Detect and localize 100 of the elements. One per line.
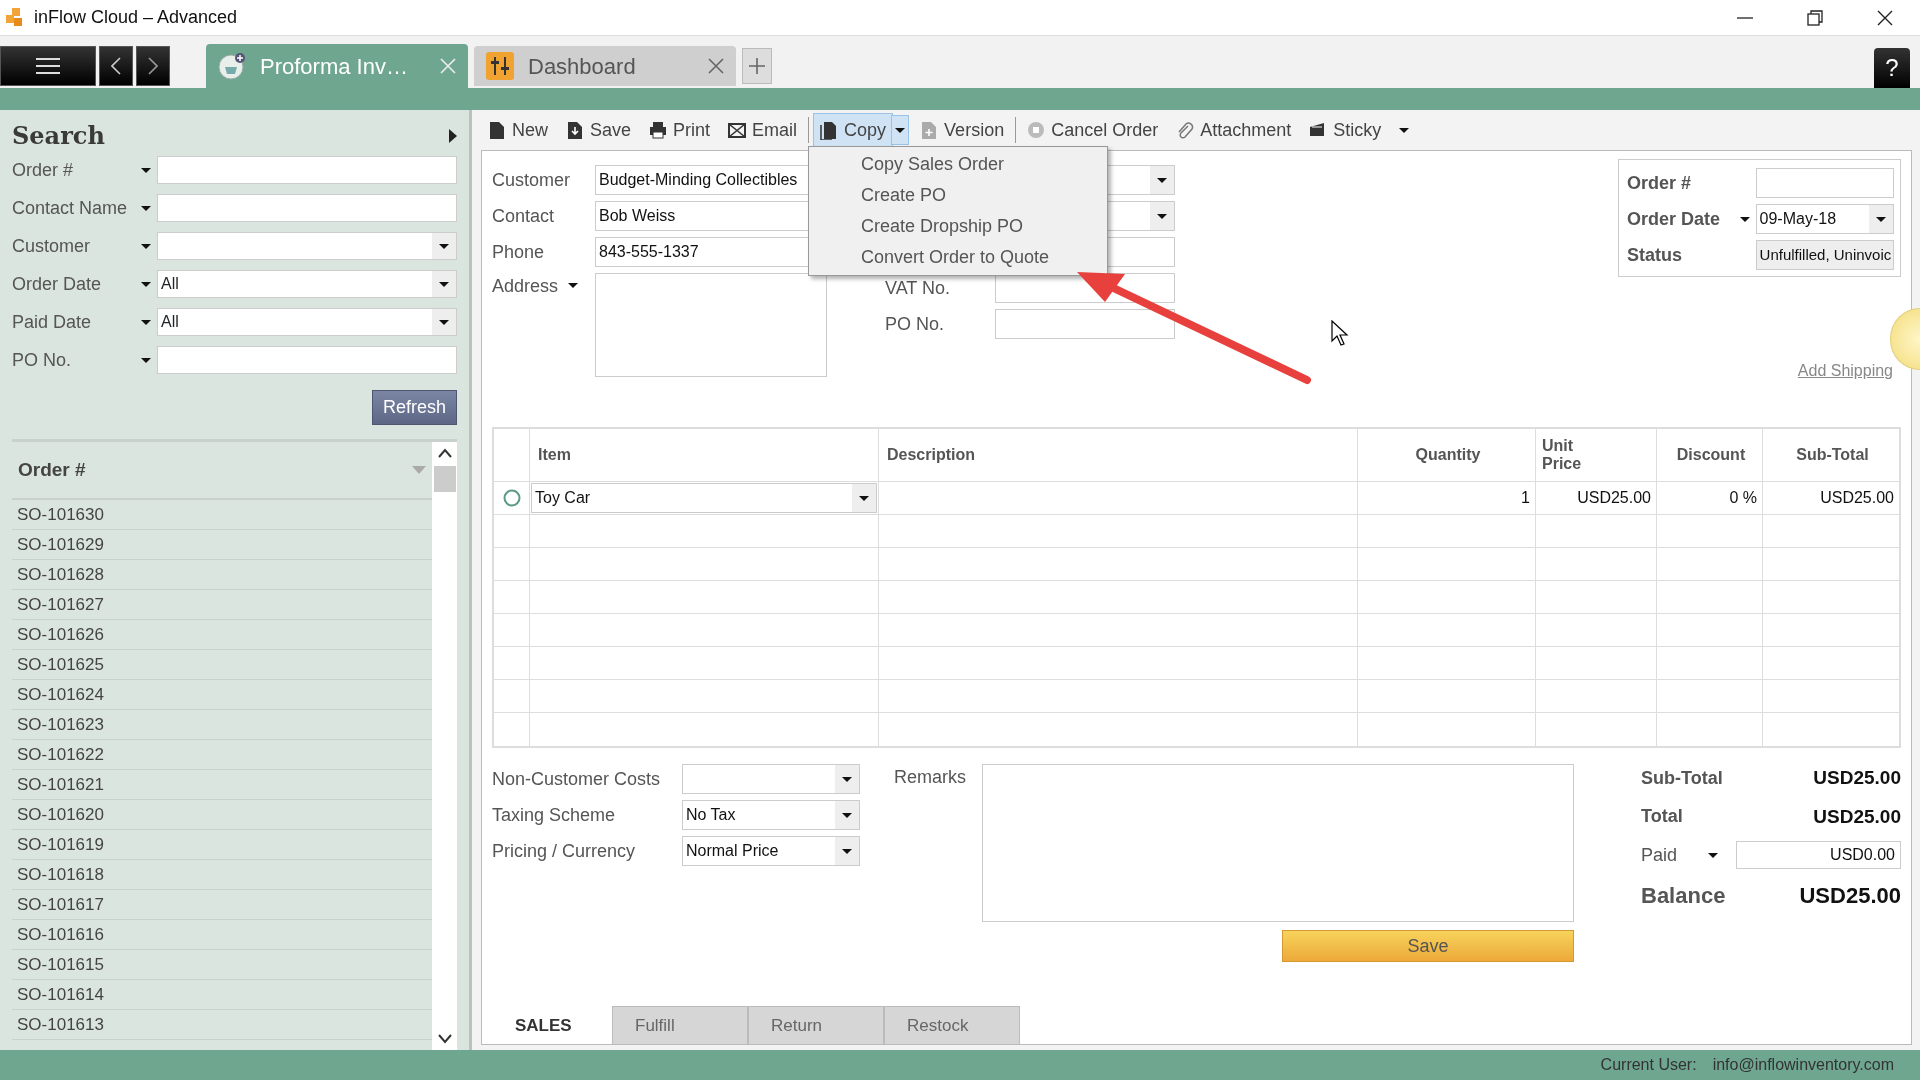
order-row[interactable]: SO-101622 (12, 740, 432, 770)
toolbar-button[interactable]: Sticky (1302, 112, 1389, 148)
dropdown-field[interactable]: No Tax (682, 800, 860, 830)
total-label: Paid (1641, 843, 1678, 867)
caret-icon (842, 776, 852, 782)
scroll-up-icon[interactable] (437, 448, 452, 458)
order-row[interactable]: SO-101617 (12, 890, 432, 920)
order-row[interactable]: SO-101624 (12, 680, 432, 710)
circle-icon[interactable] (502, 489, 521, 507)
order-row[interactable]: SO-101630 (12, 500, 432, 530)
caret-icon[interactable] (439, 281, 449, 287)
caret-icon[interactable] (141, 243, 151, 249)
toolbar-button[interactable]: Attachment (1169, 112, 1299, 148)
toolbar-button[interactable]: Version (913, 112, 1012, 148)
tab-label: Proforma Inv… (260, 52, 408, 81)
dropdown-field[interactable]: Normal Price (682, 836, 860, 866)
order-row[interactable]: SO-101628 (12, 560, 432, 590)
field-label: VAT No. (885, 276, 952, 300)
dropdown-field[interactable]: All (157, 270, 457, 298)
caret-icon[interactable] (568, 283, 579, 288)
app-tab[interactable]: Dashboard (474, 46, 736, 86)
field-label: Order # (1627, 171, 1692, 195)
new-tab-button[interactable] (742, 48, 772, 84)
dropdown-field[interactable] (157, 232, 457, 260)
caret-icon[interactable] (141, 205, 151, 211)
field-label: Contact (492, 204, 556, 228)
input-field[interactable] (1755, 168, 1894, 198)
caret-icon[interactable] (141, 319, 151, 325)
caret-icon[interactable] (1708, 852, 1718, 858)
toolbar-button[interactable]: Email (721, 112, 805, 148)
input-field[interactable] (995, 309, 1175, 339)
caret-icon[interactable] (141, 357, 151, 363)
forward-button[interactable] (136, 46, 170, 86)
order-row[interactable]: SO-101616 (12, 920, 432, 950)
caret-icon[interactable] (141, 167, 151, 173)
filter-label: PO No. (12, 348, 72, 372)
caret-icon[interactable] (141, 281, 151, 287)
tab[interactable]: Fulfill (612, 1006, 748, 1044)
back-icon (111, 57, 121, 75)
menu-button[interactable] (0, 46, 96, 86)
field-label: PO No. (885, 312, 946, 336)
field-label: Taxing Scheme (492, 803, 617, 827)
scrollbar[interactable] (432, 442, 457, 1050)
minimize-icon (1737, 16, 1753, 19)
field-label: Order Date (1627, 207, 1721, 231)
order-row[interactable]: SO-101619 (12, 830, 432, 860)
dropdown-field[interactable]: All (157, 308, 457, 336)
filter-label: Order # (12, 158, 74, 182)
order-row[interactable]: SO-101627 (12, 590, 432, 620)
toolbar-button[interactable]: Print (642, 112, 718, 148)
total-value: USD25.00 (1813, 804, 1901, 829)
address-field[interactable] (595, 273, 827, 377)
toolbar-button[interactable]: Save (559, 112, 639, 148)
tab[interactable]: Return (748, 1006, 884, 1044)
input-field[interactable] (157, 156, 457, 184)
caret-icon[interactable] (439, 243, 449, 249)
order-row[interactable]: SO-101620 (12, 800, 432, 830)
order-row[interactable]: SO-101623 (12, 710, 432, 740)
field-label: Remarks (893, 766, 967, 789)
refresh-button[interactable]: Refresh (371, 390, 457, 425)
input-field[interactable] (157, 346, 457, 374)
field-label: Customer (492, 168, 572, 192)
save-icon (566, 120, 584, 140)
caret-icon[interactable] (1739, 216, 1750, 222)
order-row[interactable]: SO-101618 (12, 860, 432, 890)
total-label: Sub-Total (1641, 766, 1723, 790)
field-label: Phone (492, 240, 546, 264)
expand-icon[interactable] (449, 129, 457, 143)
help-button[interactable]: ? (1874, 48, 1910, 88)
save-button[interactable]: Save (1282, 930, 1574, 962)
caret-icon[interactable] (439, 319, 449, 325)
caret-icon (842, 848, 852, 854)
order-row[interactable]: SO-101625 (12, 650, 432, 680)
order-row[interactable]: SO-101629 (12, 530, 432, 560)
order-row[interactable]: SO-101626 (12, 620, 432, 650)
order-row[interactable]: SO-101614 (12, 980, 432, 1010)
order-row[interactable]: SO-101613 (12, 1010, 432, 1040)
dropdown-button[interactable] (891, 115, 910, 145)
close-icon[interactable] (708, 58, 724, 74)
remarks-field[interactable] (982, 764, 1574, 922)
tab[interactable]: Restock (884, 1006, 1020, 1044)
toolbar-button[interactable]: New (481, 112, 555, 148)
scroll-thumb[interactable] (433, 466, 456, 492)
menu-icon (36, 57, 60, 75)
status-field: Unfulfilled, Uninvoic (1755, 240, 1894, 270)
order-row[interactable]: SO-101615 (12, 950, 432, 980)
toolbar-button[interactable]: Copy (813, 112, 894, 148)
field-label: Address (492, 275, 559, 298)
input-field[interactable] (157, 194, 457, 222)
add-shipping-link[interactable]: Add Shipping (1797, 359, 1893, 383)
column-header: Sub-Total (1795, 445, 1870, 465)
dropdown-field[interactable]: Toy Car (531, 483, 877, 513)
column-header: Quantity (1358, 429, 1536, 481)
back-button[interactable] (99, 46, 133, 86)
date-field[interactable]: 09-May-18 (1755, 204, 1894, 234)
dropdown-field[interactable] (682, 764, 860, 794)
input-field[interactable]: USD0.00 (1736, 841, 1901, 869)
column-header: Discount (1657, 429, 1763, 481)
scroll-down-icon[interactable] (437, 1034, 452, 1044)
order-row[interactable]: SO-101621 (12, 770, 432, 800)
